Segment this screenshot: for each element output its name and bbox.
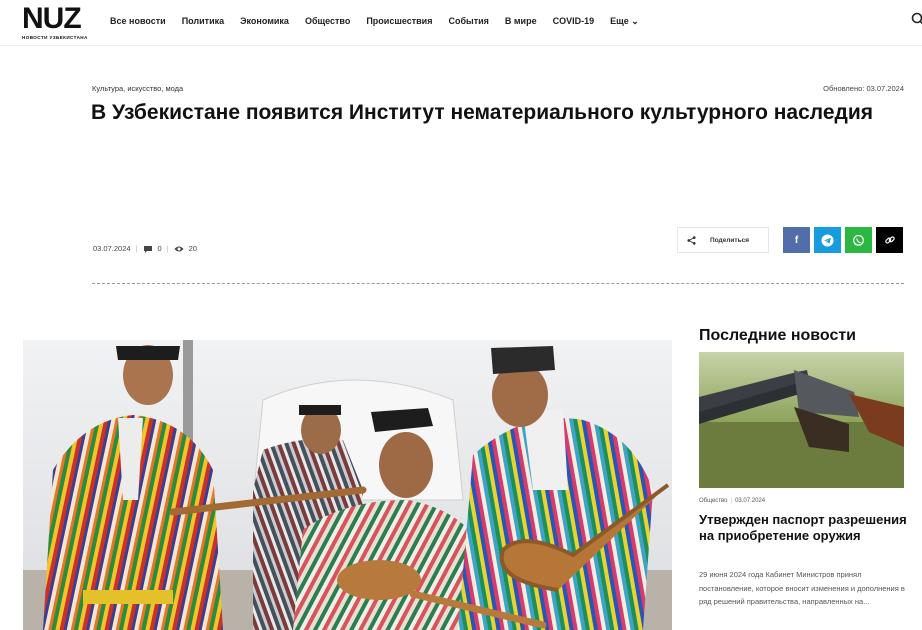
nav-politics[interactable]: Политика [182, 16, 224, 27]
article-title: В Узбекистане появится Институт нематери… [91, 101, 874, 124]
article-hero-image [23, 340, 672, 630]
sidebar-news-excerpt: 29 июня 2024 года Кабинет Министров прин… [699, 570, 905, 606]
eye-icon [174, 246, 184, 251]
sidebar-news-meta: Общество | 03.07.2024 [699, 498, 765, 504]
sidebar-news-image[interactable] [699, 352, 904, 488]
sidebar-news-title[interactable]: Утвержден паспорт разрешения на приобрет… [699, 512, 907, 544]
site-header: NUZ НОВОСТИ УЗБЕКИСТАНА Все новости Поли… [0, 0, 922, 46]
divider [92, 283, 904, 284]
musicians-photo [23, 340, 672, 630]
nav-more[interactable]: Еще ⌄ [610, 16, 639, 27]
comment-count[interactable]: 0 [158, 244, 162, 253]
telegram-icon [821, 233, 834, 247]
copy-link-button[interactable] [876, 227, 903, 253]
logo-subtitle: НОВОСТИ УЗБЕКИСТАНА [22, 35, 88, 40]
link-icon [884, 236, 895, 244]
article-category[interactable]: Культура, искусство, мода [92, 84, 183, 93]
meta-separator: | [166, 244, 169, 253]
meta-separator: | [135, 244, 138, 253]
logo-text: NUZ [22, 2, 82, 35]
nav-economy[interactable]: Экономика [240, 16, 289, 27]
article-date: 03.07.2024 [93, 244, 131, 253]
share-button[interactable]: Поделиться [677, 227, 769, 253]
nav-covid[interactable]: COVID-19 [553, 16, 595, 27]
shotgun-photo [699, 352, 904, 488]
nav-society[interactable]: Общество [305, 16, 350, 27]
site-logo[interactable]: NUZ НОВОСТИ УЗБЕКИСТАНА [22, 4, 94, 42]
share-label: Поделиться [710, 236, 750, 244]
sidebar-heading: Последние новости [699, 327, 857, 344]
nav-incidents[interactable]: Происшествия [366, 16, 432, 27]
telegram-share-button[interactable] [814, 227, 841, 253]
search-icon[interactable] [911, 12, 922, 26]
nav-events[interactable]: События [448, 16, 488, 27]
comment-icon[interactable] [143, 245, 153, 253]
sidebar-news-date: 03.07.2024 [735, 498, 766, 504]
nav-world[interactable]: В мире [505, 16, 537, 27]
facebook-icon: f [794, 234, 799, 246]
whatsapp-icon [853, 234, 864, 246]
main-nav: Все новости Политика Экономика Общество … [110, 16, 639, 27]
facebook-share-button[interactable]: f [783, 227, 810, 253]
meta-separator: | [730, 498, 733, 504]
share-icon [687, 235, 696, 245]
sidebar-news-category[interactable]: Общество [699, 498, 728, 504]
article-meta: 03.07.2024 | 0 | 20 [93, 244, 197, 253]
whatsapp-share-button[interactable] [845, 227, 872, 253]
nav-all-news[interactable]: Все новости [110, 16, 166, 27]
article-updated: Обновлено: 03.07.2024 [823, 84, 904, 93]
view-count: 20 [188, 244, 197, 253]
